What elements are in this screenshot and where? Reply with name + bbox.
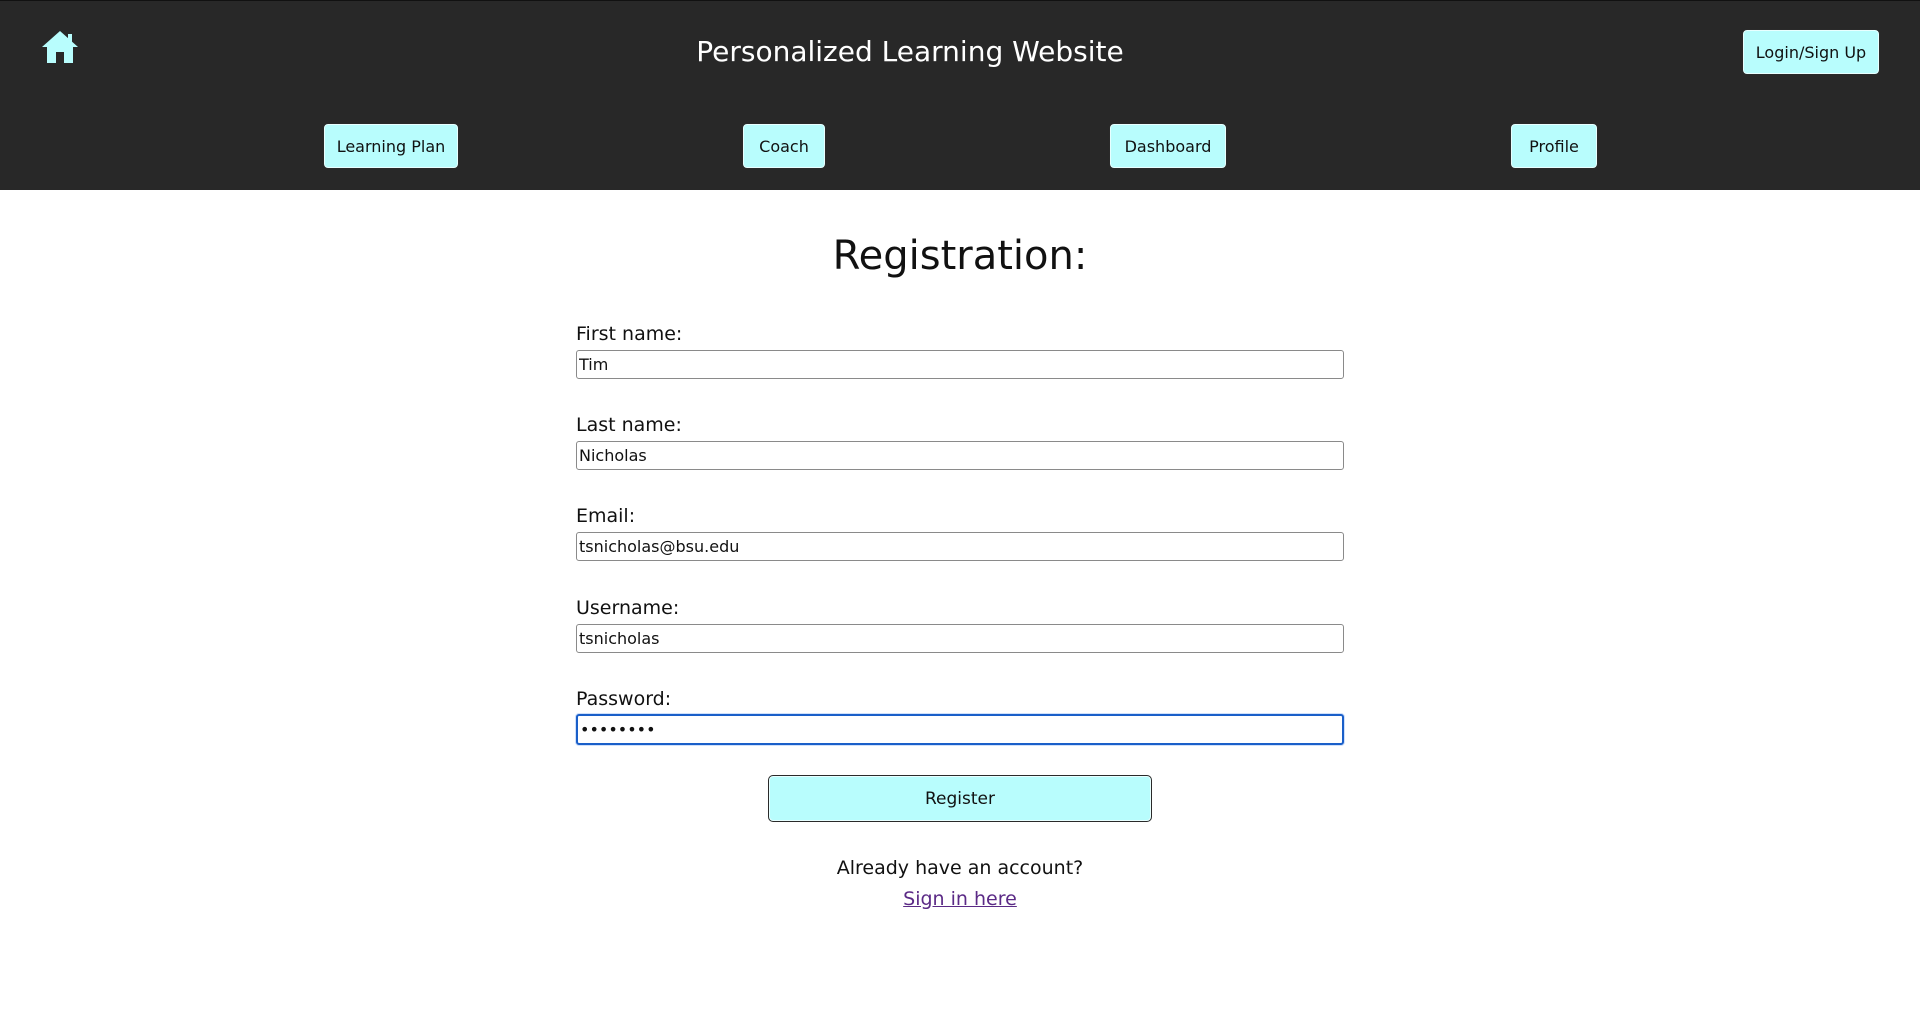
first-name-input[interactable] — [576, 350, 1344, 379]
email-label: Email: — [576, 505, 636, 527]
register-button[interactable]: Register — [768, 775, 1152, 822]
sign-in-link-container: Sign in here — [0, 888, 1920, 910]
registration-title: Registration: — [832, 233, 1088, 279]
password-input[interactable] — [576, 714, 1344, 745]
email-input[interactable] — [576, 532, 1344, 561]
nav-dashboard-button[interactable]: Dashboard — [1109, 123, 1227, 169]
username-label: Username: — [576, 597, 680, 619]
site-header: Personalized Learning Website Login/Sign… — [0, 0, 1920, 190]
nav-learning-plan-button[interactable]: Learning Plan — [323, 123, 459, 169]
first-name-label: First name: — [576, 323, 683, 345]
sign-in-link[interactable]: Sign in here — [903, 888, 1017, 910]
username-input[interactable] — [576, 624, 1344, 653]
login-signup-button[interactable]: Login/Sign Up — [1742, 29, 1880, 75]
already-have-account-text: Already have an account? — [836, 857, 1084, 879]
password-label: Password: — [576, 688, 672, 710]
nav-profile-button[interactable]: Profile — [1510, 123, 1598, 169]
nav-coach-button[interactable]: Coach — [742, 123, 826, 169]
last-name-input[interactable] — [576, 441, 1344, 470]
site-title: Personalized Learning Website — [696, 35, 1124, 68]
last-name-label: Last name: — [576, 414, 682, 436]
